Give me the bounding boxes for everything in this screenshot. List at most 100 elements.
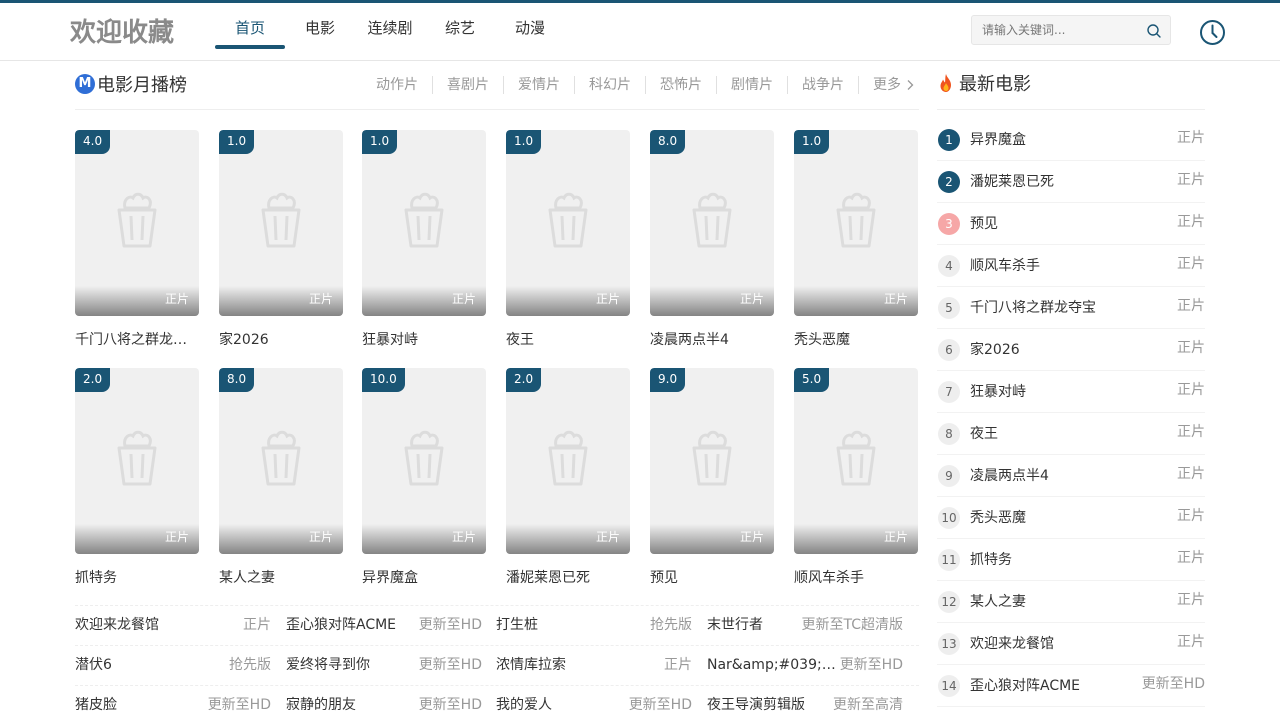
list-item[interactable]: 打生桩 抢先版: [496, 606, 692, 646]
rank-item[interactable]: 12 某人之妻 正片: [937, 581, 1205, 623]
list-item[interactable]: 寂静的朋友 更新至HD: [286, 686, 482, 726]
list-item[interactable]: 潜伏6 抢先版: [75, 646, 271, 686]
list-item[interactable]: 我的爱人 更新至HD: [496, 686, 692, 726]
movie-title[interactable]: 千门八将之群龙夺宝: [75, 329, 199, 349]
list-item-status: 更新至HD: [418, 657, 482, 673]
rank-name[interactable]: 欢迎来龙餐馆: [970, 623, 1054, 665]
list-item[interactable]: 末世行者 更新至TC超清版: [707, 606, 903, 646]
placeholder-icon: [117, 430, 157, 486]
movie-title[interactable]: 异界魔盒: [362, 567, 486, 587]
list-item-name[interactable]: 打生桩: [496, 606, 538, 644]
rank-item[interactable]: 8 夜王 正片: [937, 413, 1205, 455]
category-drama[interactable]: 剧情片: [717, 76, 788, 94]
category-scifi[interactable]: 科幻片: [575, 76, 646, 94]
list-item-name[interactable]: 欢迎来龙餐馆: [75, 606, 159, 644]
movie-title[interactable]: 家2026: [219, 329, 343, 349]
list-item-status: 更新至HD: [418, 617, 482, 633]
rank-item[interactable]: 1 异界魔盒 正片: [937, 119, 1205, 161]
category-action[interactable]: 动作片: [362, 76, 433, 94]
rank-item[interactable]: 5 千门八将之群龙夺宝 正片: [937, 287, 1205, 329]
list-item[interactable]: 歪心狼对阵ACME 更新至HD: [286, 606, 482, 646]
movie-title[interactable]: 顺风车杀手: [794, 567, 918, 587]
movie-poster[interactable]: 1.0 正片: [506, 130, 630, 316]
rank-name[interactable]: 抓特务: [970, 539, 1012, 581]
rank-item[interactable]: 13 欢迎来龙餐馆 正片: [937, 623, 1205, 665]
nav-item-variety[interactable]: 综艺: [425, 3, 495, 61]
movie-poster[interactable]: 5.0 正片: [794, 368, 918, 554]
movie-title[interactable]: 抓特务: [75, 567, 199, 587]
rank-item[interactable]: 7 狂暴对峙 正片: [937, 371, 1205, 413]
list-item-name[interactable]: Nar&amp;#039;sat…: [707, 646, 837, 684]
list-item[interactable]: 猪皮脸 更新至HD: [75, 686, 271, 726]
rank-name[interactable]: 潘妮莱恩已死: [970, 161, 1054, 203]
list-item-status: 更新至HD: [628, 697, 692, 713]
rank-name[interactable]: 秃头恶魔: [970, 497, 1026, 539]
rank-name[interactable]: 狂暴对峙: [970, 371, 1026, 413]
movie-title[interactable]: 秃头恶魔: [794, 329, 918, 349]
rank-name[interactable]: 千门八将之群龙夺宝: [970, 287, 1096, 329]
movie-title[interactable]: 凌晨两点半4: [650, 329, 774, 349]
list-item-name[interactable]: 末世行者: [707, 606, 763, 644]
movie-poster[interactable]: 1.0 正片: [362, 130, 486, 316]
rank-name[interactable]: 异界魔盒: [970, 119, 1026, 161]
rank-name[interactable]: 预见: [970, 203, 998, 245]
movie-poster[interactable]: 2.0 正片: [506, 368, 630, 554]
rank-number: 4: [938, 255, 960, 277]
movie-poster[interactable]: 4.0 正片: [75, 130, 199, 316]
rank-item[interactable]: 10 秃头恶魔 正片: [937, 497, 1205, 539]
rank-name[interactable]: 家2026: [970, 329, 1020, 371]
list-item-name[interactable]: 歪心狼对阵ACME: [286, 606, 396, 644]
category-romance[interactable]: 爱情片: [504, 76, 575, 94]
rank-item[interactable]: 11 抓特务 正片: [937, 539, 1205, 581]
list-item-name[interactable]: 潜伏6: [75, 646, 112, 684]
list-item[interactable]: 爱终将寻到你 更新至HD: [286, 646, 482, 686]
rank-item[interactable]: 2 潘妮莱恩已死 正片: [937, 161, 1205, 203]
nav-item-home[interactable]: 首页: [215, 3, 285, 61]
rank-item[interactable]: 14 歪心狼对阵ACME 更新至HD: [937, 665, 1205, 707]
category-comedy[interactable]: 喜剧片: [433, 76, 504, 94]
category-horror[interactable]: 恐怖片: [646, 76, 717, 94]
category-war[interactable]: 战争片: [788, 76, 859, 94]
movie-title[interactable]: 夜王: [506, 329, 630, 349]
movie-title[interactable]: 预见: [650, 567, 774, 587]
list-item-name[interactable]: 猪皮脸: [75, 686, 117, 724]
list-item-name[interactable]: 浓情库拉索: [496, 646, 566, 684]
movie-poster[interactable]: 8.0 正片: [219, 368, 343, 554]
rank-name[interactable]: 夜王: [970, 413, 998, 455]
movie-title[interactable]: 某人之妻: [219, 567, 343, 587]
rank-item[interactable]: 3 预见 正片: [937, 203, 1205, 245]
movie-poster[interactable]: 9.0 正片: [650, 368, 774, 554]
list-item-name[interactable]: 夜王导演剪辑版: [707, 686, 805, 724]
movie-title[interactable]: 潘妮莱恩已死: [506, 567, 630, 587]
list-item-name[interactable]: 爱终将寻到你: [286, 646, 370, 684]
list-item-name[interactable]: 寂静的朋友: [286, 686, 356, 724]
rank-name[interactable]: 凌晨两点半4: [970, 455, 1049, 497]
site-logo[interactable]: 欢迎收藏: [70, 12, 174, 49]
nav-item-anime[interactable]: 动漫: [495, 3, 565, 61]
search-icon[interactable]: [1146, 23, 1162, 39]
movie-title[interactable]: 狂暴对峙: [362, 329, 486, 349]
rank-name[interactable]: 某人之妻: [970, 581, 1026, 623]
category-more[interactable]: 更多: [859, 76, 905, 94]
movie-poster[interactable]: 2.0 正片: [75, 368, 199, 554]
nav-item-movies[interactable]: 电影: [285, 3, 355, 61]
list-item[interactable]: 欢迎来龙餐馆 正片: [75, 606, 271, 646]
list-item[interactable]: 浓情库拉索 正片: [496, 646, 692, 686]
movie-poster[interactable]: 1.0 正片: [219, 130, 343, 316]
list-item-name[interactable]: 我的爱人: [496, 686, 552, 724]
movie-poster[interactable]: 1.0 正片: [794, 130, 918, 316]
rank-item[interactable]: 6 家2026 正片: [937, 329, 1205, 371]
rank-item[interactable]: 4 顺风车杀手 正片: [937, 245, 1205, 287]
history-icon[interactable]: [1199, 19, 1226, 46]
movie-poster[interactable]: 10.0 正片: [362, 368, 486, 554]
rank-name[interactable]: 顺风车杀手: [970, 245, 1040, 287]
placeholder-icon: [692, 192, 732, 248]
movie-poster[interactable]: 8.0 正片: [650, 130, 774, 316]
list-item[interactable]: 夜王导演剪辑版 更新至高清: [707, 686, 903, 726]
search-input[interactable]: [972, 16, 1142, 44]
nav-item-series[interactable]: 连续剧: [355, 3, 425, 61]
chevron-right-icon[interactable]: [905, 79, 915, 91]
list-item[interactable]: Nar&amp;#039;sat…更新至HD: [707, 646, 903, 686]
rank-item[interactable]: 9 凌晨两点半4 正片: [937, 455, 1205, 497]
rank-name[interactable]: 歪心狼对阵ACME: [970, 665, 1080, 707]
